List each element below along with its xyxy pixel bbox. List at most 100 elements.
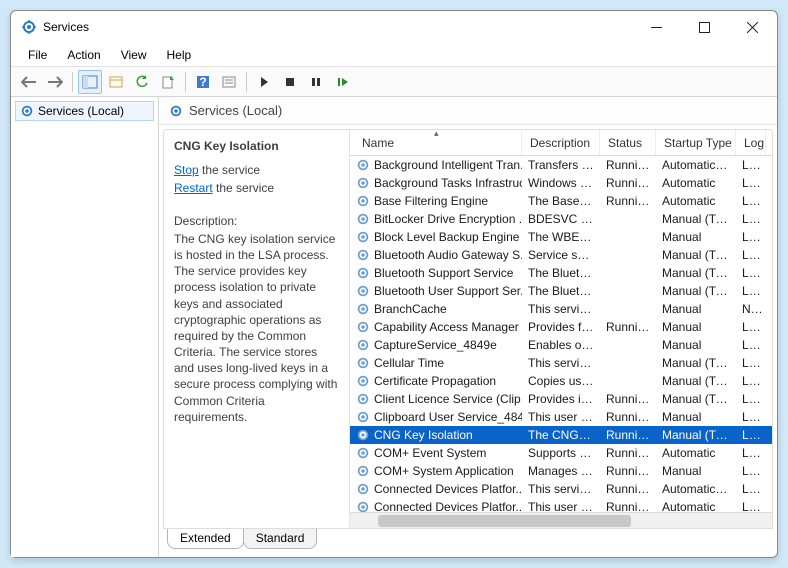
view-tabs: Extended Standard <box>159 529 777 551</box>
start-service-button[interactable] <box>252 70 276 94</box>
table-row[interactable]: BranchCacheThis service ...ManualNet <box>350 300 772 318</box>
table-row[interactable]: Background Intelligent Tran...Transfers … <box>350 156 772 174</box>
svc-status: Running <box>600 410 656 424</box>
svc-startup: Manual (Trig... <box>656 248 736 262</box>
col-startup-type[interactable]: Startup Type <box>656 130 736 155</box>
restart-link[interactable]: Restart <box>174 181 213 195</box>
gear-icon <box>356 302 370 316</box>
table-row[interactable]: Base Filtering EngineThe Base Fil...Runn… <box>350 192 772 210</box>
col-logon[interactable]: Log <box>736 130 766 155</box>
tree-item-label: Services (Local) <box>38 104 124 118</box>
svc-name: Background Intelligent Tran... <box>374 158 522 172</box>
menu-view[interactable]: View <box>112 45 156 65</box>
table-row[interactable]: Connected Devices Platfor...This service… <box>350 480 772 498</box>
tree-item-services-local[interactable]: Services (Local) <box>15 101 154 121</box>
table-row[interactable]: Bluetooth User Support Ser...The Bluetoo… <box>350 282 772 300</box>
table-row[interactable]: CaptureService_4849eEnables opti...Manua… <box>350 336 772 354</box>
table-row[interactable]: Bluetooth Support ServiceThe Bluetoo...M… <box>350 264 772 282</box>
svc-name: Bluetooth User Support Ser... <box>374 284 522 298</box>
menu-file[interactable]: File <box>19 45 56 65</box>
svc-startup: Automatic <box>656 176 736 190</box>
gear-icon <box>356 194 370 208</box>
menu-help[interactable]: Help <box>158 45 201 65</box>
table-row[interactable]: BitLocker Drive Encryption ...BDESVC hos… <box>350 210 772 228</box>
back-button[interactable] <box>17 70 41 94</box>
table-row[interactable]: Client Licence Service (Clip...Provides … <box>350 390 772 408</box>
description-label: Description: <box>174 213 339 229</box>
description-text: The CNG key isolation service is hosted … <box>174 231 339 425</box>
maximize-button[interactable] <box>689 17 719 37</box>
svc-status: Running <box>600 176 656 190</box>
svc-status: Running <box>600 500 656 512</box>
col-description[interactable]: Description <box>522 130 600 155</box>
menu-action[interactable]: Action <box>58 45 109 65</box>
gear-icon <box>356 248 370 262</box>
gear-icon <box>356 482 370 496</box>
svc-logon: Loc <box>736 464 766 478</box>
restart-service-button[interactable] <box>330 70 354 94</box>
table-row[interactable]: Capability Access Manager ...Provides fa… <box>350 318 772 336</box>
pause-service-button[interactable] <box>304 70 328 94</box>
svc-desc: This service ... <box>522 482 600 496</box>
selected-service-name: CNG Key Isolation <box>174 138 339 154</box>
services-icon <box>21 19 37 35</box>
svc-name: BitLocker Drive Encryption ... <box>374 212 522 226</box>
svc-name: Connected Devices Platfor... <box>374 500 522 512</box>
refresh-button[interactable] <box>130 70 154 94</box>
horizontal-scrollbar[interactable] <box>350 512 772 528</box>
svc-desc: The CNG ke... <box>522 428 600 442</box>
tab-standard[interactable]: Standard <box>243 529 318 549</box>
svc-logon: Loc <box>736 176 766 190</box>
table-row[interactable]: Clipboard User Service_4849eThis user se… <box>350 408 772 426</box>
table-row[interactable]: Block Level Backup Engine ...The WBENG..… <box>350 228 772 246</box>
close-button[interactable] <box>737 17 767 37</box>
svc-logon: Loc <box>736 410 766 424</box>
col-status[interactable]: Status <box>600 130 656 155</box>
menubar: File Action View Help <box>11 43 777 67</box>
svc-name: Base Filtering Engine <box>374 194 488 208</box>
gear-icon <box>356 356 370 370</box>
svc-name: Capability Access Manager ... <box>374 320 522 334</box>
console-tree: Services (Local) <box>11 97 159 557</box>
svc-logon: Loc <box>736 212 766 226</box>
svc-logon: Loc <box>736 392 766 406</box>
svc-desc: This user ser... <box>522 410 600 424</box>
show-hide-tree-button[interactable] <box>78 70 102 94</box>
table-row[interactable]: Connected Devices Platfor...This user se… <box>350 498 772 512</box>
svc-desc: This user ser... <box>522 500 600 512</box>
pane-header: Services (Local) <box>159 97 777 125</box>
scroll-thumb[interactable] <box>378 515 631 527</box>
stop-link[interactable]: Stop <box>174 163 199 177</box>
svc-startup: Automatic <box>656 500 736 512</box>
table-row[interactable]: CNG Key IsolationThe CNG ke...RunningMan… <box>350 426 772 444</box>
svc-logon: Loc <box>736 428 766 442</box>
table-row[interactable]: COM+ System ApplicationManages th...Runn… <box>350 462 772 480</box>
stop-service-button[interactable] <box>278 70 302 94</box>
export-button[interactable] <box>156 70 180 94</box>
table-row[interactable]: Certificate PropagationCopies user ...Ma… <box>350 372 772 390</box>
table-row[interactable]: COM+ Event SystemSupports Sy...RunningAu… <box>350 444 772 462</box>
table-row[interactable]: Background Tasks Infrastruc...Windows in… <box>350 174 772 192</box>
titlebar[interactable]: Services <box>11 11 777 43</box>
action-button[interactable] <box>217 70 241 94</box>
table-row[interactable]: Cellular TimeThis service ...Manual (Tri… <box>350 354 772 372</box>
minimize-button[interactable] <box>641 17 671 37</box>
svc-status: Running <box>600 158 656 172</box>
toolbar: ? <box>11 67 777 97</box>
svc-desc: Transfers fil... <box>522 158 600 172</box>
svc-logon: Loc <box>736 374 766 388</box>
tab-extended[interactable]: Extended <box>167 529 244 549</box>
help-button[interactable]: ? <box>191 70 215 94</box>
gear-icon <box>356 320 370 334</box>
svc-name: Bluetooth Audio Gateway S... <box>374 248 522 262</box>
gear-icon <box>356 338 370 352</box>
forward-button[interactable] <box>43 70 67 94</box>
col-name[interactable]: Name <box>350 130 522 155</box>
svg-text:?: ? <box>199 75 206 89</box>
table-row[interactable]: Bluetooth Audio Gateway S...Service sup.… <box>350 246 772 264</box>
gear-icon <box>169 104 183 118</box>
gear-icon <box>356 428 370 442</box>
properties-button[interactable] <box>104 70 128 94</box>
svc-desc: This service ... <box>522 302 600 316</box>
svc-logon: Loc <box>736 284 766 298</box>
